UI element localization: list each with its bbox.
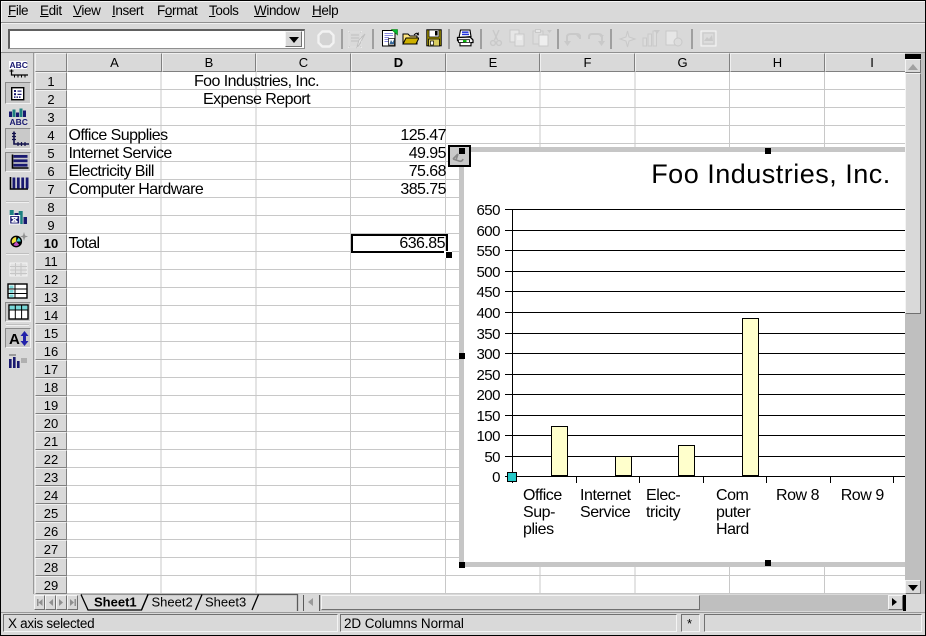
svg-text:A: A [9, 331, 20, 347]
svg-text:ABC: ABC [10, 117, 28, 126]
svg-text:Sheet1: Sheet1 [94, 595, 137, 610]
svg-text:ABC: ABC [10, 60, 28, 70]
svg-text:Sheet2: Sheet2 [152, 595, 193, 610]
svg-text:Sheet3: Sheet3 [205, 595, 246, 610]
